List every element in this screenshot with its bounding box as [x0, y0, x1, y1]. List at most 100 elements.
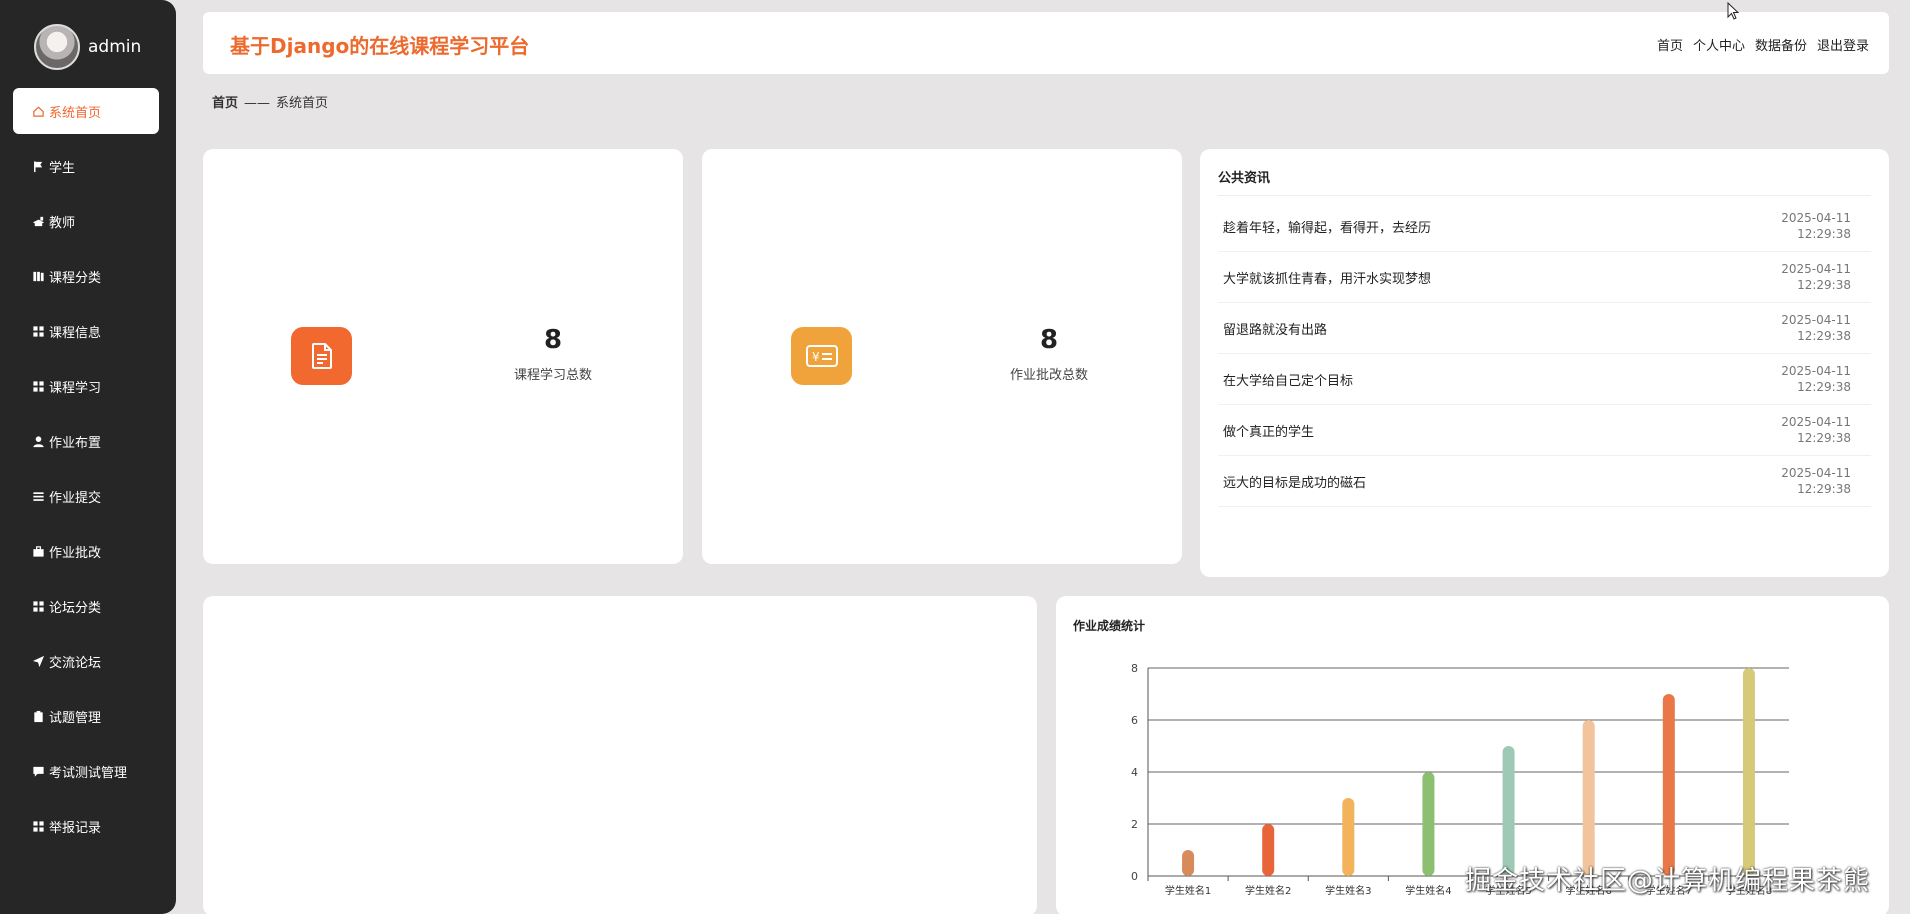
- course-study-stat-card: 8 课程学习总数: [203, 149, 683, 564]
- svg-text:¥: ¥: [812, 350, 820, 364]
- homework-review-count: 8: [1039, 325, 1059, 355]
- logout-link[interactable]: 退出登录: [1817, 35, 1869, 54]
- course-study-count: 8: [543, 325, 563, 355]
- mouse-cursor-icon: [1727, 2, 1740, 20]
- y-tick-label: 6: [1131, 714, 1138, 727]
- news-item-date: 2025-04-11 12:29:38: [1781, 210, 1851, 242]
- sidebar-item-12[interactable]: 试题管理: [13, 693, 159, 739]
- sidebar-item-label: 系统首页: [49, 105, 102, 121]
- y-tick-label: 2: [1131, 818, 1138, 831]
- briefcase-icon: [30, 543, 46, 559]
- news-item-date-day: 2025-04-11: [1781, 466, 1851, 480]
- user-profile[interactable]: admin: [34, 24, 141, 70]
- sidebar-item-label: 课程分类: [49, 270, 102, 286]
- sidebar-item-3[interactable]: 教师: [13, 198, 159, 244]
- news-list: 趁着年轻，输得起，看得开，去经历 2025-04-11 12:29:38 大学就该抓住…: [1218, 201, 1871, 507]
- yen-card-icon: ¥: [791, 327, 852, 385]
- send-icon: [30, 653, 46, 669]
- breadcrumb-separator: ——: [244, 96, 271, 111]
- home-link[interactable]: 首页: [1657, 35, 1683, 54]
- sidebar-item-2[interactable]: 学生: [13, 143, 159, 189]
- news-item-date: 2025-04-11 12:29:38: [1781, 363, 1851, 395]
- site-title: 基于Django的在线课程学习平台: [230, 34, 530, 58]
- sidebar-item-label: 课程信息: [49, 325, 102, 341]
- y-tick-label: 0: [1131, 870, 1138, 883]
- comment-icon: [30, 763, 46, 779]
- bar: [1342, 798, 1355, 876]
- breadcrumb-home[interactable]: 首页: [212, 96, 238, 111]
- news-item-date-time: 12:29:38: [1797, 227, 1851, 241]
- empty-panel: [203, 596, 1037, 914]
- x-tick-label: 学生姓名4: [1405, 884, 1451, 897]
- news-item-date-time: 12:29:38: [1797, 431, 1851, 445]
- sidebar-item-label: 论坛分类: [49, 600, 102, 616]
- sidebar-nav: 系统首页学生教师课程分类课程信息课程学习作业布置作业提交作业批改论坛分类交流论坛…: [13, 88, 159, 858]
- news-item-date: 2025-04-11 12:29:38: [1781, 312, 1851, 344]
- news-item-title[interactable]: 趁着年轻，输得起，看得开，去经历: [1223, 217, 1431, 236]
- news-item-date-day: 2025-04-11: [1781, 211, 1851, 225]
- sidebar-item-11[interactable]: 交流论坛: [13, 638, 159, 684]
- sidebar-item-9[interactable]: 作业批改: [13, 528, 159, 574]
- sidebar-item-10[interactable]: 论坛分类: [13, 583, 159, 629]
- news-item-title[interactable]: 做个真正的学生: [1223, 421, 1314, 440]
- news-item[interactable]: 在大学给自己定个目标 2025-04-11 12:29:38: [1218, 354, 1871, 405]
- news-item[interactable]: 留退路就没有出路 2025-04-11 12:29:38: [1218, 303, 1871, 354]
- sidebar-item-label: 教师: [49, 215, 76, 231]
- news-item-date-day: 2025-04-11: [1781, 262, 1851, 276]
- sidebar-item-14[interactable]: 举报记录: [13, 803, 159, 849]
- avatar[interactable]: [34, 24, 80, 70]
- personal-center-link[interactable]: 个人中心: [1693, 35, 1745, 54]
- news-item-title[interactable]: 在大学给自己定个目标: [1223, 370, 1353, 389]
- bar: [1182, 850, 1195, 876]
- grid-icon: [30, 818, 46, 834]
- sidebar-item-13[interactable]: 考试测试管理: [13, 748, 159, 794]
- sidebar-item-1[interactable]: 系统首页: [13, 88, 159, 134]
- sidebar-item-label: 作业布置: [49, 435, 102, 451]
- home-icon: [30, 103, 46, 119]
- data-backup-link[interactable]: 数据备份: [1755, 35, 1807, 54]
- watermark-text: 掘金技术社区@计算机编程果茶熊: [1465, 866, 1871, 896]
- top-links: 首页 个人中心 数据备份 退出登录: [1657, 35, 1869, 54]
- news-item-date: 2025-04-11 12:29:38: [1781, 414, 1851, 446]
- news-item[interactable]: 大学就该抓住青春，用汗水实现梦想 2025-04-11 12:29:38: [1218, 252, 1871, 303]
- sidebar-item-6[interactable]: 课程学习: [13, 363, 159, 409]
- homework-review-stat-card: ¥ 8 作业批改总数: [702, 149, 1182, 564]
- news-item-date-time: 12:29:38: [1797, 482, 1851, 496]
- bar: [1502, 746, 1515, 876]
- news-item[interactable]: 远大的目标是成功的磁石 2025-04-11 12:29:38: [1218, 456, 1871, 507]
- sidebar-item-label: 作业提交: [49, 490, 102, 506]
- user-name: admin: [88, 37, 142, 57]
- sidebar-item-label: 交流论坛: [49, 655, 102, 671]
- grid-icon: [30, 378, 46, 394]
- sidebar-item-label: 作业批改: [49, 545, 102, 561]
- sidebar-item-4[interactable]: 课程分类: [13, 253, 159, 299]
- clipboard-icon: [30, 708, 46, 724]
- x-tick-label: 学生姓名3: [1325, 884, 1371, 897]
- sidebar-item-8[interactable]: 作业提交: [13, 473, 159, 519]
- y-tick-label: 8: [1131, 662, 1138, 675]
- document-icon: [291, 327, 352, 385]
- news-item[interactable]: 趁着年轻，输得起，看得开，去经历 2025-04-11 12:29:38: [1218, 201, 1871, 252]
- sidebar-item-label: 学生: [49, 160, 76, 176]
- sidebar-item-label: 试题管理: [49, 710, 102, 726]
- public-news-card: 公共资讯 趁着年轻，输得起，看得开，去经历 2025-04-11 12:29:38 大…: [1200, 149, 1889, 577]
- sidebar-item-7[interactable]: 作业布置: [13, 418, 159, 464]
- list-icon: [30, 488, 46, 504]
- news-item-title[interactable]: 大学就该抓住青春，用汗水实现梦想: [1223, 268, 1431, 287]
- breadcrumb-current: 系统首页: [276, 96, 329, 111]
- y-tick-label: 4: [1131, 766, 1138, 779]
- top-header: 基于Django的在线课程学习平台 首页 个人中心 数据备份 退出登录: [203, 12, 1889, 74]
- sidebar-item-label: 考试测试管理: [49, 765, 128, 781]
- divider: [1218, 195, 1871, 196]
- grid-icon: [30, 323, 46, 339]
- bar: [1742, 668, 1755, 876]
- news-item-title[interactable]: 远大的目标是成功的磁石: [1223, 472, 1366, 491]
- news-item-date-day: 2025-04-11: [1781, 415, 1851, 429]
- bar: [1662, 694, 1675, 876]
- user-icon: [30, 433, 46, 449]
- grid-icon: [30, 598, 46, 614]
- news-item[interactable]: 做个真正的学生 2025-04-11 12:29:38: [1218, 405, 1871, 456]
- news-item-title[interactable]: 留退路就没有出路: [1223, 319, 1327, 338]
- news-title: 公共资讯: [1218, 171, 1271, 186]
- sidebar-item-5[interactable]: 课程信息: [13, 308, 159, 354]
